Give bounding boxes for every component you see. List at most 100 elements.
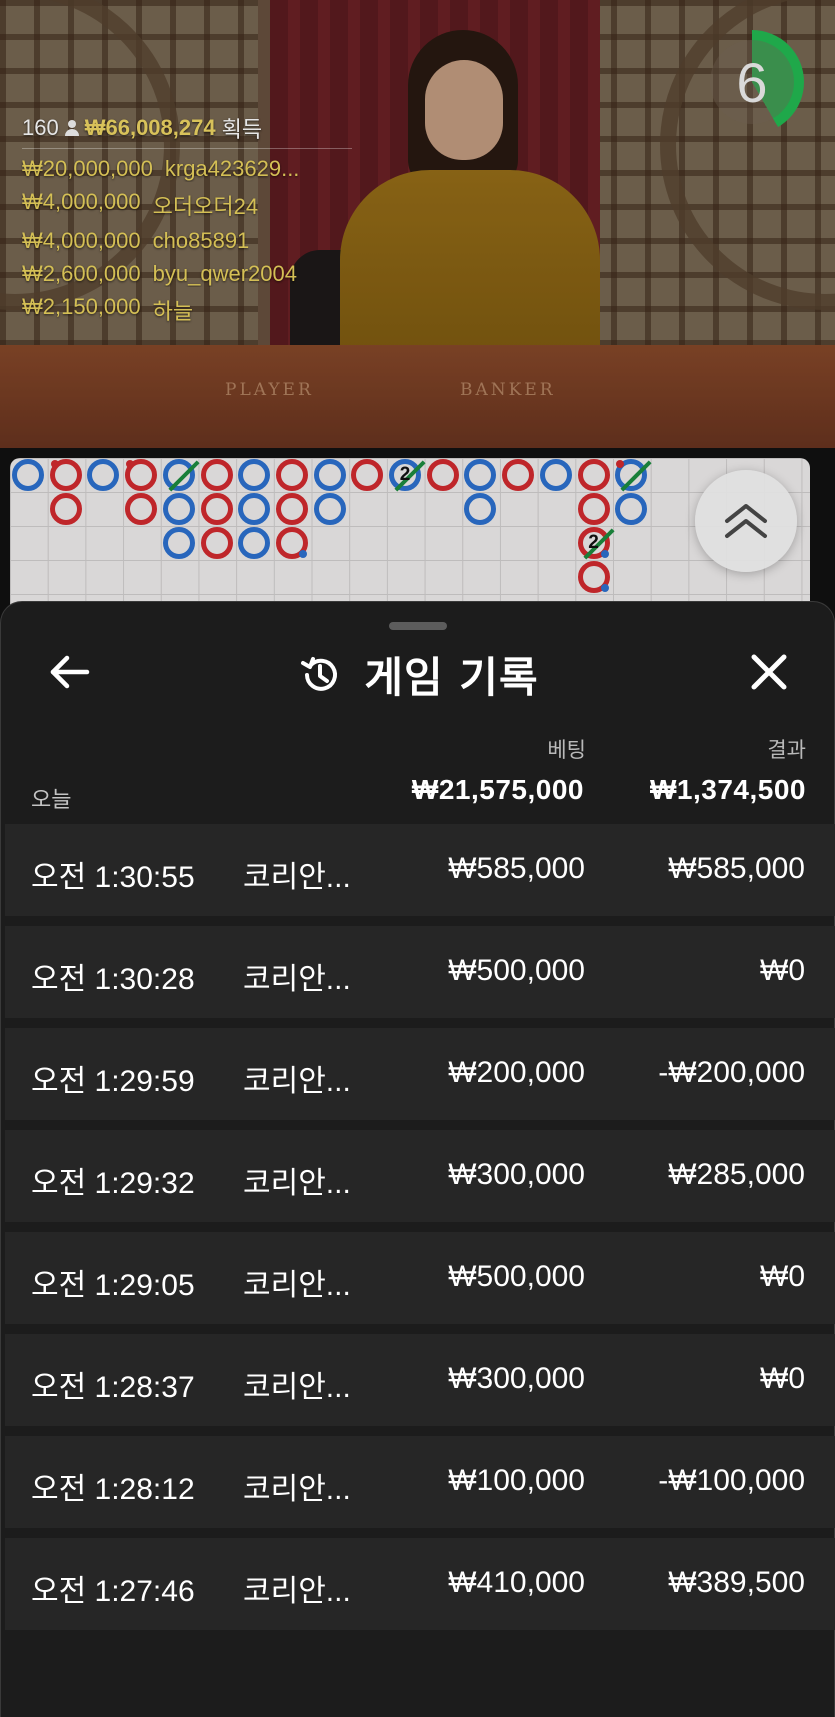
banker-bead	[275, 459, 308, 491]
row-bet: ₩410,000	[448, 1566, 585, 1599]
player-bead: 2	[389, 459, 426, 492]
row-bet: ₩585,000	[448, 852, 585, 885]
summary-header: 베팅 결과 오늘 ₩21,575,000 ₩1,374,500	[1, 732, 835, 824]
banker-bead	[200, 459, 233, 491]
sheet-title: 게임 기록	[1, 644, 835, 705]
row-result: ₩0	[760, 954, 805, 987]
countdown-timer: 6	[700, 30, 804, 134]
banker-bead	[49, 493, 82, 525]
scroll-up-button[interactable]	[695, 470, 797, 572]
row-bet: ₩100,000	[448, 1464, 585, 1497]
player-bead	[313, 493, 346, 525]
history-row[interactable]: 오전 1:29:59 코리안... ₩200,000 -₩200,000	[5, 1028, 835, 1120]
history-row[interactable]: 오전 1:27:46 코리안... ₩410,000 ₩389,500	[5, 1538, 835, 1630]
row-game: 코리안...	[243, 963, 351, 996]
banker-bead	[275, 527, 308, 559]
winner-name: byu_qwer2004	[152, 261, 297, 286]
player-bead	[615, 459, 652, 492]
winner-amount: ₩4,000,000	[22, 228, 141, 253]
today-label: 오늘	[31, 788, 72, 813]
banker-bead	[426, 459, 459, 491]
banker-bead	[200, 493, 233, 525]
close-icon	[751, 654, 787, 690]
timer-value: 6	[710, 40, 794, 124]
sheet-grabber[interactable]	[389, 622, 447, 630]
row-time: 오전 1:29:32	[31, 1167, 195, 1200]
history-row[interactable]: 오전 1:30:28 코리안... ₩500,000 ₩0	[5, 926, 835, 1018]
row-result: ₩585,000	[668, 852, 805, 885]
player-bead	[615, 493, 648, 525]
winners-summary: 160 ₩66,008,274 획득	[22, 112, 352, 144]
row-game: 코리안...	[243, 1473, 351, 1506]
row-bet: ₩500,000	[448, 954, 585, 987]
banker-bead	[577, 561, 610, 593]
history-row[interactable]: 오전 1:28:37 코리안... ₩300,000 ₩0	[5, 1334, 835, 1426]
history-row[interactable]: 오전 1:29:32 코리안... ₩300,000 ₩285,000	[5, 1130, 835, 1222]
history-row[interactable]: 오전 1:30:55 코리안... ₩585,000 ₩585,000	[5, 824, 835, 916]
column-bet-label: 베팅	[547, 738, 586, 762]
row-bet: ₩300,000	[448, 1158, 585, 1191]
winner-name: 하늘	[152, 299, 194, 324]
row-time: 오전 1:28:12	[31, 1473, 195, 1506]
winner-row: ₩4,000,000 cho85891	[22, 228, 352, 254]
player-bead	[464, 493, 497, 525]
game-history-sheet: 게임 기록 베팅 결과 오늘 ₩21,575,000 ₩1,374,500 오전…	[0, 601, 835, 1717]
history-row[interactable]: 오전 1:28:12 코리안... ₩100,000 -₩100,000	[5, 1436, 835, 1528]
player-bead	[162, 527, 195, 559]
live-video: PLAYER BANKER 6 160 ₩66,008,274 획득 ₩20,0…	[0, 0, 835, 448]
row-bet: ₩300,000	[448, 1362, 585, 1395]
row-result: -₩100,000	[658, 1464, 805, 1497]
player-bead	[238, 527, 271, 559]
row-result: ₩0	[760, 1362, 805, 1395]
banker-bead	[49, 459, 82, 491]
winner-name: krga423629...	[164, 156, 300, 181]
history-row[interactable]: 오전 1:29:05 코리안... ₩500,000 ₩0	[5, 1232, 835, 1324]
row-time: 오전 1:30:55	[31, 861, 195, 894]
row-result: ₩389,500	[668, 1566, 805, 1599]
tie-mark	[620, 460, 652, 492]
banker-bead	[502, 459, 535, 491]
row-time: 오전 1:29:59	[31, 1065, 195, 1098]
row-result: ₩0	[760, 1260, 805, 1293]
winners-total: ₩66,008,274	[84, 115, 216, 140]
total-bet: ₩21,575,000	[411, 774, 584, 805]
row-game: 코리안...	[243, 1371, 351, 1404]
banker-bead	[125, 493, 158, 525]
player-bead	[162, 459, 200, 492]
row-bet: ₩200,000	[448, 1056, 585, 1089]
banker-bead: 2	[577, 527, 615, 560]
player-bead	[12, 459, 44, 491]
winner-name: 오더오더24	[152, 194, 259, 219]
winners-suffix: 획득	[221, 117, 263, 142]
page-title: 게임 기록	[364, 653, 539, 702]
banker-bead	[577, 459, 610, 491]
tie-mark	[168, 460, 200, 492]
double-chevron-up-icon	[725, 504, 767, 538]
player-bead	[539, 459, 572, 491]
banker-bead	[200, 527, 233, 559]
history-list: 오전 1:30:55 코리안... ₩585,000 ₩585,000 오전 1:30:…	[5, 824, 835, 1640]
history-icon	[301, 656, 338, 691]
row-time: 오전 1:28:37	[31, 1371, 195, 1404]
player-bead	[238, 493, 271, 525]
close-button[interactable]	[737, 640, 801, 704]
winner-amount: ₩4,000,000	[22, 189, 141, 214]
tie-count: 2	[588, 532, 599, 553]
player-bead	[87, 459, 120, 491]
banker-bead	[351, 459, 384, 491]
winner-row: ₩20,000,000 krga423629...	[22, 156, 352, 182]
row-game: 코리안...	[243, 861, 351, 894]
row-game: 코리안...	[243, 1167, 351, 1200]
row-game: 코리안...	[243, 1269, 351, 1302]
winners-divider	[22, 148, 352, 149]
row-bet: ₩500,000	[448, 1260, 585, 1293]
row-time: 오전 1:30:28	[31, 963, 195, 996]
player-bead	[162, 493, 195, 525]
row-result: -₩200,000	[658, 1056, 805, 1089]
banker-bead	[577, 493, 610, 525]
winner-name: cho85891	[152, 228, 250, 253]
player-bead	[313, 459, 346, 491]
player-bead	[238, 459, 271, 491]
tie-count: 2	[399, 464, 411, 485]
bead-road[interactable]: 22	[10, 458, 810, 618]
